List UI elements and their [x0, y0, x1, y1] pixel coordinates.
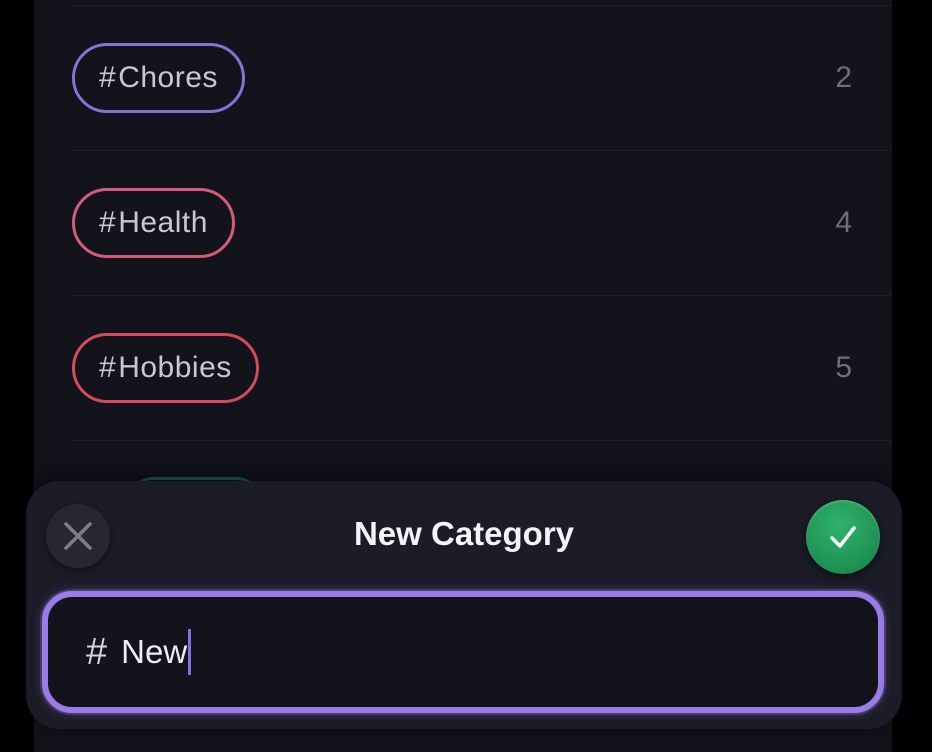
hash-prefix: # [86, 630, 108, 673]
category-name: Chores [118, 61, 218, 94]
category-count: 5 [835, 351, 852, 384]
input-value: New [121, 633, 188, 670]
category-name-input[interactable]: # New [42, 591, 884, 713]
hash-symbol: # [99, 61, 117, 94]
divider [72, 440, 892, 441]
text-cursor [188, 629, 192, 675]
category-tag: # Health [72, 188, 235, 258]
confirm-button[interactable] [806, 500, 880, 574]
screen: # Chores 2 # Health 4 # Hobbies 5 New Ca… [0, 0, 932, 752]
new-category-sheet: New Category # New [26, 481, 902, 729]
category-count: 2 [835, 61, 852, 94]
category-row-hobbies[interactable]: # Hobbies 5 [34, 296, 892, 441]
category-name: Hobbies [118, 351, 232, 384]
category-tag: # Hobbies [72, 333, 259, 403]
category-count: 4 [835, 206, 852, 239]
checkmark-icon [830, 526, 856, 548]
hash-symbol: # [99, 351, 117, 384]
category-tag: # Chores [72, 43, 245, 113]
category-row-chores[interactable]: # Chores 2 [34, 6, 892, 151]
category-row-health[interactable]: # Health 4 [34, 151, 892, 296]
hash-symbol: # [99, 206, 117, 239]
sheet-title: New Category [353, 515, 575, 552]
category-name: Health [118, 206, 208, 239]
